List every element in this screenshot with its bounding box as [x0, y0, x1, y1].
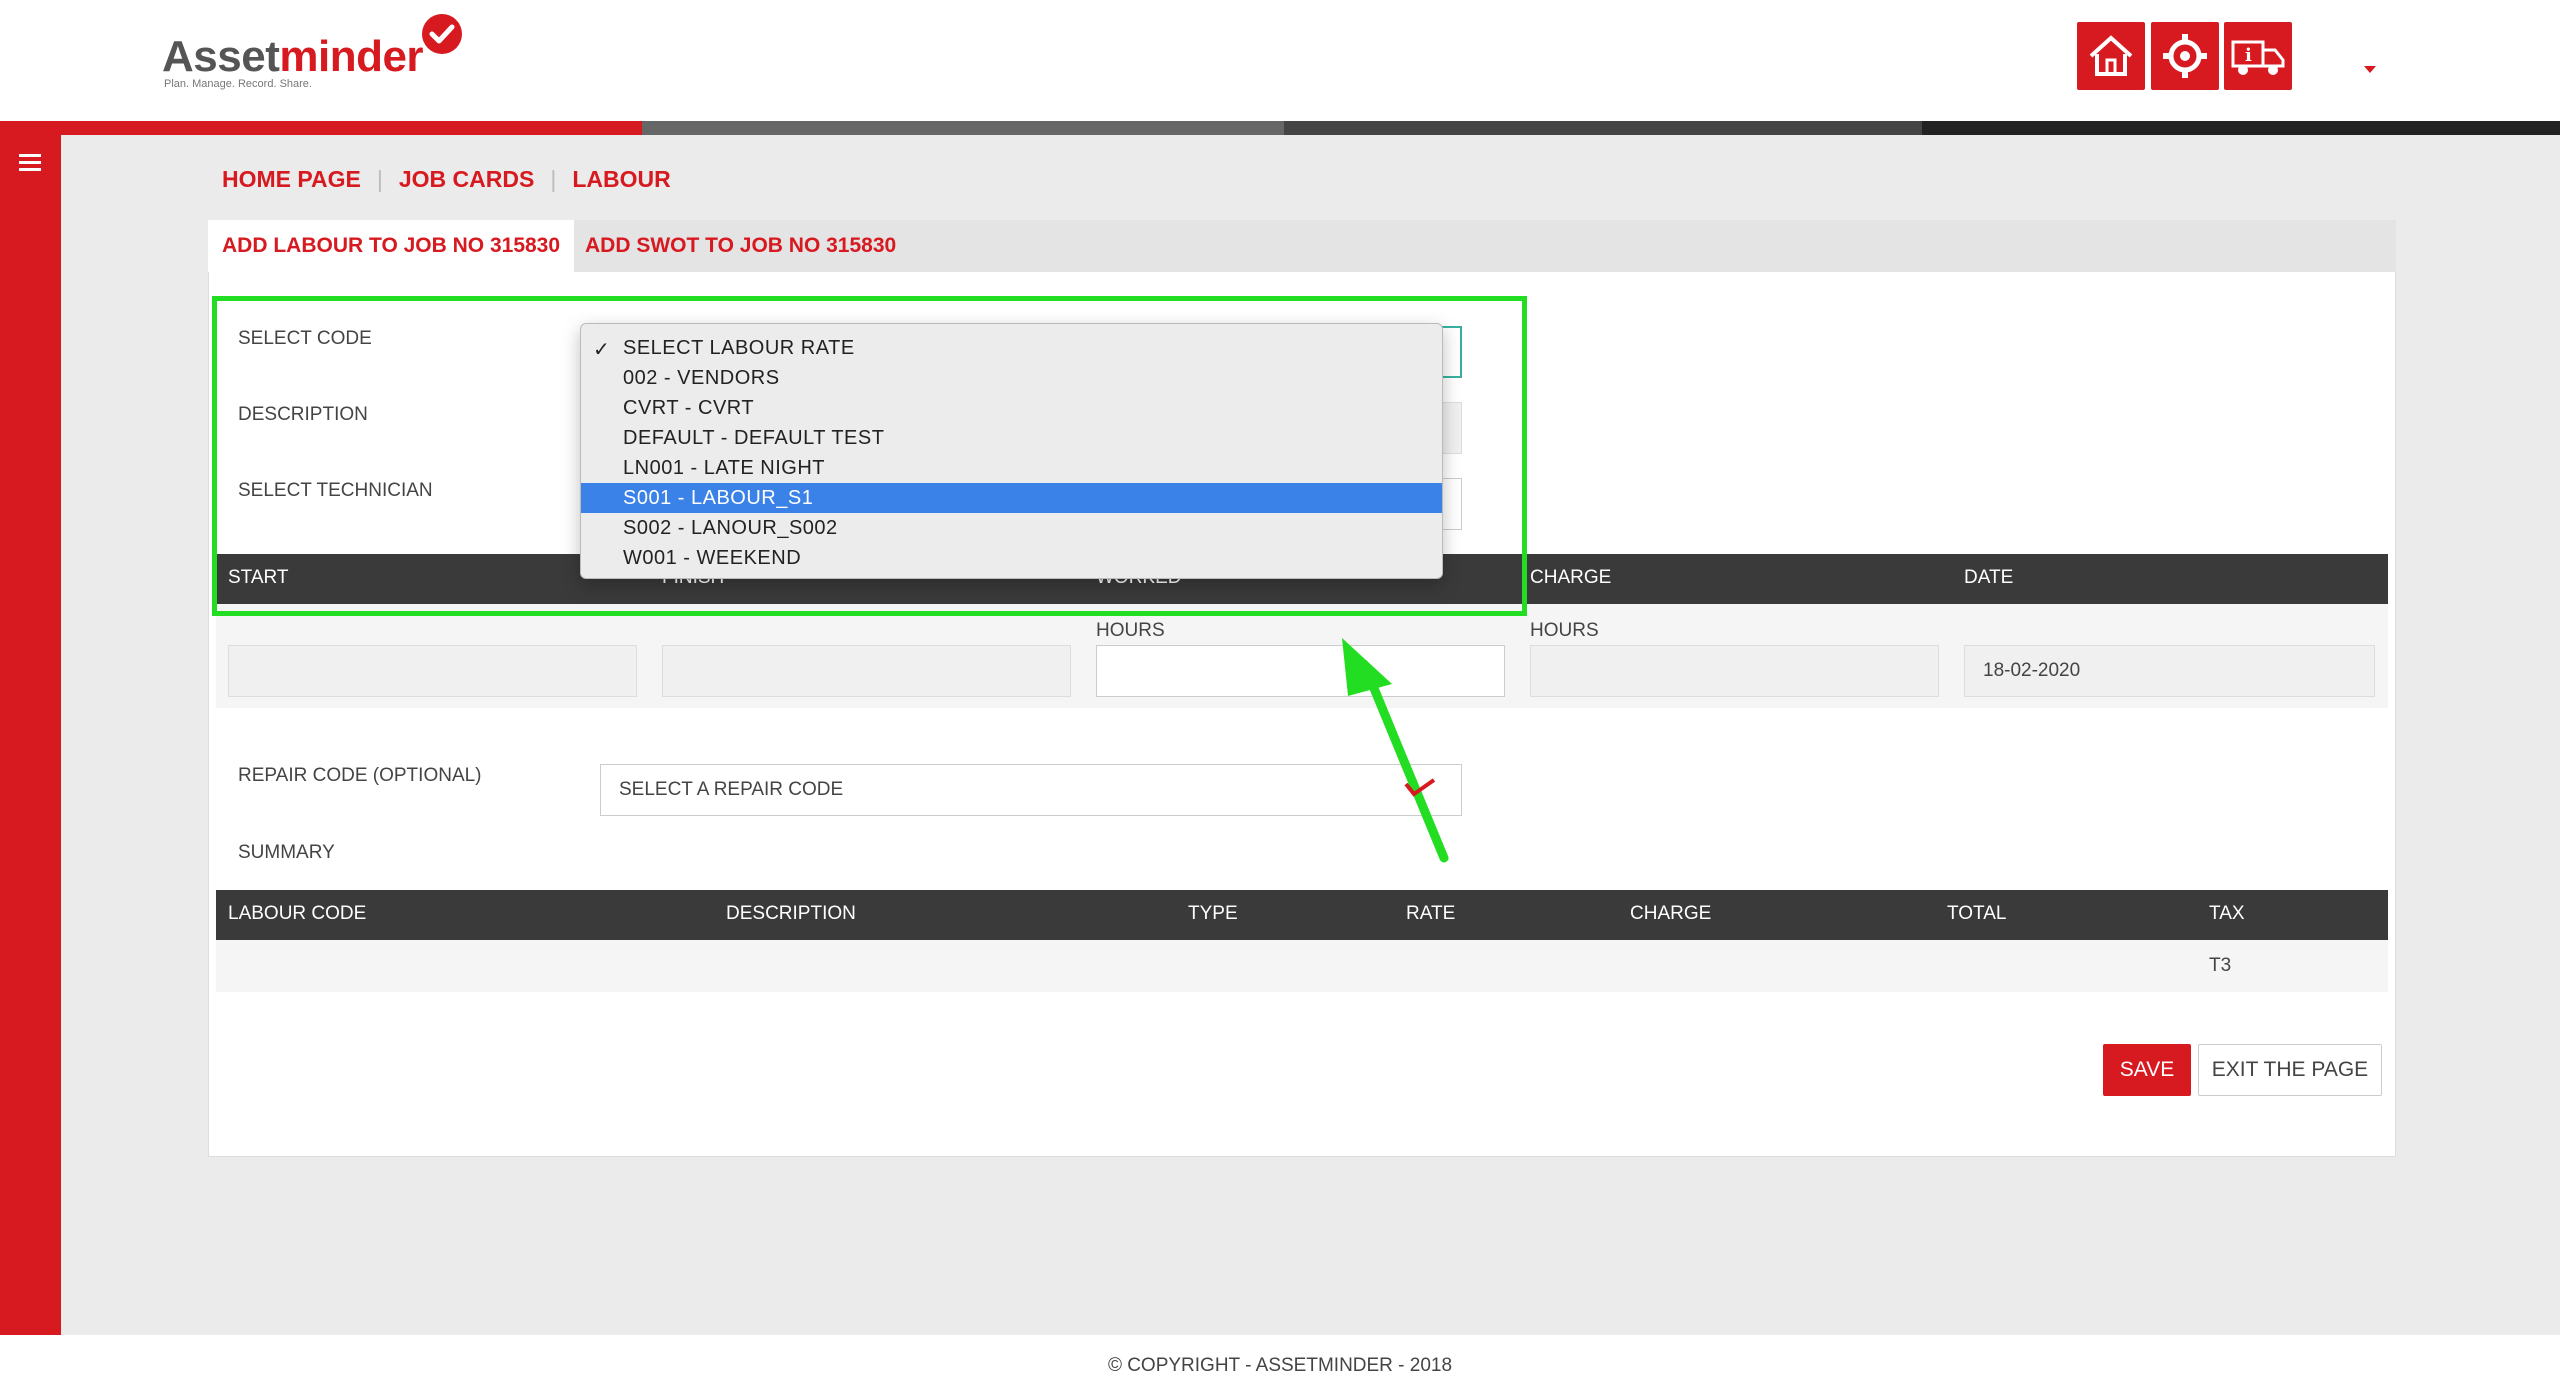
breadcrumb-job-cards[interactable]: JOB CARDS	[399, 166, 534, 193]
date-value: 18-02-2020	[1983, 660, 2081, 681]
logo-prefix: Asset	[162, 32, 280, 81]
sidebar	[0, 135, 61, 1335]
column-header-description: DESCRIPTION	[726, 903, 856, 924]
header-stripe-gray	[642, 121, 1284, 135]
hamburger-menu-icon[interactable]	[19, 154, 41, 172]
breadcrumb: HOME PAGE | JOB CARDS | LABOUR	[222, 166, 671, 193]
column-header-type: TYPE	[1188, 903, 1238, 924]
column-header-tax: TAX	[2209, 903, 2245, 924]
logo-check-icon	[422, 14, 462, 54]
charge-hours-field[interactable]	[1530, 645, 1939, 697]
top-header: Assetminder Plan. Manage. Record. Share.…	[0, 0, 2560, 121]
svg-text:i: i	[2245, 45, 2252, 66]
logo-tagline: Plan. Manage. Record. Share.	[164, 78, 312, 90]
column-header-rate: RATE	[1406, 903, 1456, 924]
truck-info-icon[interactable]: i	[2224, 22, 2292, 90]
tab-add-swot[interactable]: ADD SWOT TO JOB NO 315830	[571, 220, 910, 272]
footer: © COPYRIGHT - ASSETMINDER - 2018	[0, 1335, 2560, 1394]
column-header-labour-code: LABOUR CODE	[228, 903, 367, 924]
save-button[interactable]: SAVE	[2103, 1044, 2191, 1096]
breadcrumb-home[interactable]: HOME PAGE	[222, 166, 361, 193]
tab-add-labour[interactable]: ADD LABOUR TO JOB NO 315830	[208, 220, 575, 272]
home-icon[interactable]	[2077, 22, 2145, 90]
column-header-charge: CHARGE	[1530, 567, 1612, 588]
charge-hours-label: HOURS	[1530, 620, 1599, 641]
tab-bar: ADD LABOUR TO JOB NO 315830 ADD SWOT TO …	[208, 220, 2396, 272]
assetminder-logo[interactable]: Assetminder Plan. Manage. Record. Share.	[162, 14, 472, 94]
repair-code-label: REPAIR CODE (OPTIONAL)	[238, 765, 482, 786]
header-stripe-dark	[1284, 121, 1922, 135]
header-stripe-red	[0, 121, 642, 135]
worked-hours-label: HOURS	[1096, 620, 1165, 641]
column-header-charge: CHARGE	[1630, 903, 1712, 924]
user-menu-chevron-down-icon[interactable]	[2364, 66, 2376, 73]
copyright-text: © COPYRIGHT - ASSETMINDER - 2018	[1107, 1355, 1453, 1376]
summary-table-row: T3	[216, 940, 2388, 992]
column-header-total: TOTAL	[1947, 903, 2007, 924]
summary-table-header: LABOUR CODE DESCRIPTION TYPE RATE CHARGE…	[216, 890, 2388, 940]
repair-code-chevron-icon	[1404, 778, 1436, 797]
annotation-arrow-icon	[1342, 638, 1449, 863]
start-time-field[interactable]	[228, 645, 637, 697]
breadcrumb-labour[interactable]: LABOUR	[572, 166, 670, 193]
header-stripe-black	[1922, 121, 2560, 135]
highlight-annotation-box	[212, 296, 1527, 616]
date-field[interactable]: 18-02-2020	[1964, 645, 2375, 697]
settings-icon[interactable]	[2151, 22, 2219, 90]
repair-code-value: SELECT A REPAIR CODE	[619, 779, 844, 800]
column-header-date: DATE	[1964, 567, 2014, 588]
tax-value: T3	[2209, 955, 2232, 976]
exit-page-button[interactable]: EXIT THE PAGE	[2198, 1044, 2382, 1096]
breadcrumb-separator: |	[376, 166, 383, 192]
summary-label: SUMMARY	[238, 842, 335, 863]
finish-time-field[interactable]	[662, 645, 1071, 697]
breadcrumb-separator: |	[550, 166, 557, 192]
logo-suffix: minder	[279, 32, 424, 81]
